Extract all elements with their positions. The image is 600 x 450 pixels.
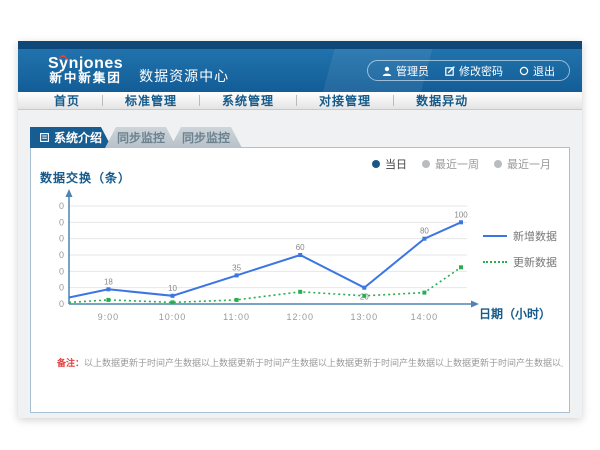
chart-legend: 新增数据 更新数据 xyxy=(483,228,559,280)
radio-dot-icon xyxy=(494,160,502,168)
svg-text:35: 35 xyxy=(232,263,241,272)
change-password-button[interactable]: 修改密码 xyxy=(445,63,503,79)
svg-text:13:00: 13:00 xyxy=(351,312,379,322)
svg-text:9:00: 9:00 xyxy=(98,312,120,322)
y-axis-title: 数据交换（条） xyxy=(40,169,131,186)
tab-label: 同步监控 xyxy=(182,129,230,146)
radio-dot-icon xyxy=(422,160,430,168)
filter-today-radio[interactable]: 当日 xyxy=(372,156,407,172)
admin-user-button[interactable]: 管理员 xyxy=(382,63,429,79)
svg-text:80: 80 xyxy=(420,227,429,236)
power-icon xyxy=(519,66,529,76)
radio-dot-icon xyxy=(372,160,380,168)
solid-line-sample-icon xyxy=(483,235,507,237)
svg-text:11:00: 11:00 xyxy=(223,312,250,322)
svg-text:80: 80 xyxy=(59,234,64,244)
legend-entry-updated-data: 更新数据 xyxy=(483,254,559,270)
user-icon xyxy=(382,66,392,76)
document-icon xyxy=(40,133,49,142)
dotted-line-sample-icon xyxy=(483,261,507,263)
filter-last-month-radio[interactable]: 最近一月 xyxy=(494,156,551,172)
svg-text:0: 0 xyxy=(59,299,64,309)
x-axis-title: 日期（小时） xyxy=(479,305,551,322)
header-top-strip xyxy=(18,41,582,49)
admin-label: 管理员 xyxy=(396,63,429,79)
nav-item-system-mgmt[interactable]: 系统管理 xyxy=(200,92,296,109)
nav-item-home[interactable]: 首页 xyxy=(32,92,102,109)
svg-text:60: 60 xyxy=(296,243,305,252)
tab-system-intro[interactable]: 系统介绍 xyxy=(30,127,112,148)
change-password-label: 修改密码 xyxy=(459,63,503,79)
svg-text:60: 60 xyxy=(59,250,64,260)
page-title: 数据资源中心 xyxy=(139,66,229,86)
line-chart: 0 20 40 60 80 100 120 9:00 10:00 11:00 12:00 13:00 1… xyxy=(59,186,479,336)
logout-button[interactable]: 退出 xyxy=(519,63,555,79)
tab-bar: 系统介绍 同步监控 同步监控 xyxy=(30,127,570,148)
footnote-prefix: 备注： xyxy=(57,358,84,368)
chart-panel: 当日 最近一周 最近一月 数据交换（条） 0 20 40 60 80 100 120 9:00… xyxy=(30,147,570,413)
tab-label: 同步监控 xyxy=(117,129,165,146)
svg-text:10: 10 xyxy=(168,284,177,293)
nav-item-standard-mgmt[interactable]: 标准管理 xyxy=(103,92,199,109)
time-range-filters: 当日 最近一周 最近一月 xyxy=(372,156,551,172)
filter-last-week-radio[interactable]: 最近一周 xyxy=(422,156,479,172)
footnote-text: 以上数据更新于时间产生数据以上数据更新于时间产生数据以上数据更新于时间产生数据以… xyxy=(84,358,563,368)
svg-text:10:00: 10:00 xyxy=(159,312,187,322)
svg-text:120: 120 xyxy=(59,201,64,211)
svg-text:100: 100 xyxy=(59,217,64,227)
svg-text:12:00: 12:00 xyxy=(286,312,314,322)
footnote: 备注：以上数据更新于时间产生数据以上数据更新于时间产生数据以上数据更新于时间产生… xyxy=(57,356,563,369)
legend-label: 新增数据 xyxy=(513,228,557,244)
nav-item-data-change[interactable]: 数据异动 xyxy=(394,92,490,109)
content-area: 系统介绍 同步监控 同步监控 当日 最近一周 xyxy=(18,110,582,413)
filter-label: 最近一周 xyxy=(435,156,479,172)
svg-text:14:00: 14:00 xyxy=(411,312,439,322)
tab-sync-monitor-2[interactable]: 同步监控 xyxy=(170,127,242,148)
edit-icon xyxy=(445,66,455,76)
tab-label: 系统介绍 xyxy=(54,129,102,146)
user-toolbar: 管理员 修改密码 退出 xyxy=(367,60,570,81)
svg-text:20: 20 xyxy=(59,283,64,293)
nav-item-interface-mgmt[interactable]: 对接管理 xyxy=(297,92,393,109)
app-header: Synjones 新中新集团 数据资源中心 管理员 修改密码 xyxy=(18,49,582,92)
legend-label: 更新数据 xyxy=(513,254,557,270)
company-logo: Synjones 新中新集团 xyxy=(48,55,123,86)
logo-text-cn: 新中新集团 xyxy=(48,72,123,86)
svg-text:40: 40 xyxy=(59,266,64,276)
filter-label: 最近一月 xyxy=(507,156,551,172)
main-nav: 首页 标准管理 系统管理 对接管理 数据异动 xyxy=(18,92,582,110)
logout-label: 退出 xyxy=(533,63,555,79)
legend-entry-new-data: 新增数据 xyxy=(483,228,559,244)
svg-text:18: 18 xyxy=(104,277,113,286)
svg-text:100: 100 xyxy=(454,210,468,219)
filter-label: 当日 xyxy=(385,156,407,172)
tab-sync-monitor-1[interactable]: 同步监控 xyxy=(105,127,177,148)
app-window: Synjones 新中新集团 数据资源中心 管理员 修改密码 xyxy=(18,41,582,418)
